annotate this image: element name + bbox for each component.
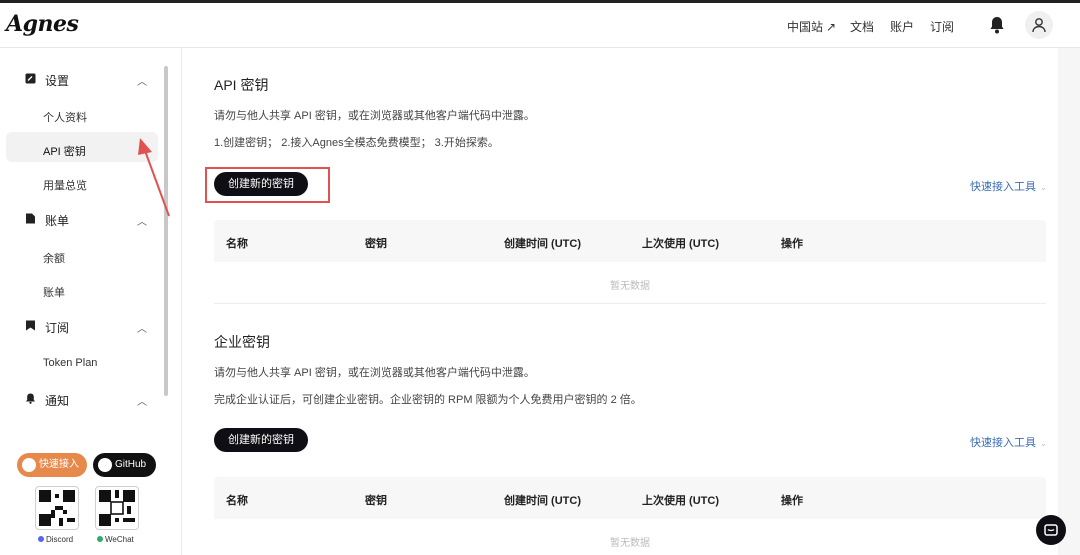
chat-icon [1044,524,1058,536]
column-created: 创建时间 (UTC) [504,495,581,507]
api-keys-steps: 1.创建密钥； 2.接入Agnes全模态免费模型； 3.开始探索。 [214,137,499,149]
column-last-used: 上次使用 (UTC) [642,495,719,507]
nav-region-label: 中国站 [787,20,824,34]
create-enterprise-key-button[interactable]: 创建新的密钥 [214,428,308,452]
empty-state: 暂无数据 [610,281,650,292]
sidebar-section-subscription[interactable]: 订阅 [45,319,69,336]
wechat-qr-code [95,486,139,530]
column-name: 名称 [226,495,248,507]
enterprise-keys-note: 完成企业认证后，可创建企业密钥。企业密钥的 RPM 限额为个人免费用户密钥的 2… [214,394,642,406]
main-scrollbar-track[interactable] [1060,48,1080,555]
chevron-up-icon[interactable]: ︿ [137,393,147,408]
enterprise-keys-title: 企业密钥 [214,334,270,350]
external-link-icon: ↗ [826,20,837,34]
nav-subscription[interactable]: 订阅 [930,18,954,35]
nav-region[interactable]: 中国站 ↗ [787,18,836,35]
sidebar-item-usage[interactable]: 用量总览 [43,177,87,193]
bell-icon[interactable] [987,15,1007,35]
wechat-icon [97,536,103,542]
quick-tools-link[interactable]: 快速接入工具 ⌄ [970,434,1047,450]
api-keys-table-body: 暂无数据 [214,262,1046,304]
qr-pattern [39,490,75,526]
quick-tools-label: 快速接入工具 [970,437,1036,449]
sidebar-section-notifications[interactable]: 通知 [45,392,69,409]
quick-tools-label: 快速接入工具 [970,181,1036,193]
nav-docs[interactable]: 文档 [850,18,874,35]
column-last-used: 上次使用 (UTC) [642,238,719,250]
sidebar-section-billing[interactable]: 账单 [45,212,69,229]
api-keys-warning: 请勿与他人共享 API 密钥，或在浏览器或其他客户端代码中泄露。 [214,110,535,122]
api-keys-table-header: 名称 密钥 创建时间 (UTC) 上次使用 (UTC) 操作 [214,220,1046,262]
lightning-icon [22,458,36,472]
quick-access-label: 快速接入 [39,459,79,470]
github-icon [98,458,112,472]
github-button[interactable]: GitHub [93,453,156,477]
nav-account[interactable]: 账户 [890,18,914,35]
bookmark-icon [26,320,35,331]
bell-icon [26,393,35,404]
caret-down-icon: ⌄ [1040,439,1047,448]
column-actions: 操作 [781,238,803,250]
sidebar-section-settings[interactable]: 设置 [45,72,69,89]
enterprise-keys-table-body: 暂无数据 [214,519,1046,555]
qr-pattern [99,490,135,526]
caret-down-icon: ⌄ [1040,183,1047,192]
column-name: 名称 [226,238,248,250]
empty-state: 暂无数据 [610,538,650,549]
column-created: 创建时间 (UTC) [504,238,581,250]
wechat-label: WeChat [97,535,134,544]
sidebar-scrollbar[interactable] [164,66,168,396]
avatar[interactable] [1025,11,1053,39]
annotation-highlight-box [205,167,330,203]
discord-label: Discord [38,535,73,544]
sidebar-item-profile[interactable]: 个人资料 [43,109,87,125]
annotation-arrow [138,138,170,217]
chevron-up-icon[interactable]: ︿ [137,320,147,335]
api-keys-title: API 密钥 [214,77,269,93]
sidebar-item-api-keys[interactable]: API 密钥 [43,143,86,159]
header: Agnes 中国站 ↗ 文档 账户 订阅 [0,3,1080,48]
column-actions: 操作 [781,495,803,507]
billing-icon [26,213,35,224]
github-label: GitHub [115,459,147,470]
sidebar [0,48,182,555]
discord-qr-code [35,486,79,530]
sidebar-item-bills[interactable]: 账单 [43,284,65,300]
enterprise-keys-table-header: 名称 密钥 创建时间 (UTC) 上次使用 (UTC) 操作 [214,477,1046,519]
logo[interactable]: Agnes [6,11,79,37]
settings-icon [25,73,36,84]
enterprise-keys-warning: 请勿与他人共享 API 密钥，或在浏览器或其他客户端代码中泄露。 [214,367,535,379]
quick-access-button[interactable]: 快速接入 [17,453,87,477]
column-key: 密钥 [365,238,387,250]
chat-button[interactable] [1036,515,1066,545]
column-key: 密钥 [365,495,387,507]
quick-tools-link[interactable]: 快速接入工具 ⌄ [970,178,1047,194]
sidebar-item-balance[interactable]: 余额 [43,250,65,266]
chevron-up-icon[interactable]: ︿ [137,73,147,88]
sidebar-item-token-plan[interactable]: Token Plan [43,357,97,369]
discord-icon [38,536,44,542]
